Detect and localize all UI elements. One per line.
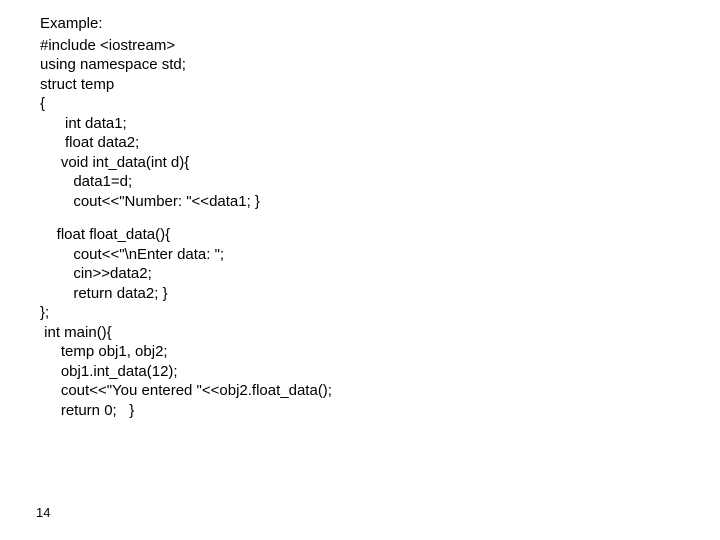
example-heading: Example: <box>40 14 720 34</box>
code-line: cout<<"Number: "<<data1; } <box>40 192 720 212</box>
code-line: int data1; <box>40 114 720 134</box>
code-line: float data2; <box>40 133 720 153</box>
code-line: { <box>40 94 720 114</box>
code-line: float float_data(){ <box>40 225 720 245</box>
code-line: void int_data(int d){ <box>40 153 720 173</box>
code-line: return data2; } <box>40 284 720 304</box>
code-line: obj1.int_data(12); <box>40 362 720 382</box>
document-content: Example: #include <iostream> using names… <box>0 0 720 420</box>
code-line: temp obj1, obj2; <box>40 342 720 362</box>
code-line: struct temp <box>40 75 720 95</box>
code-line: using namespace std; <box>40 55 720 75</box>
code-line: cin>>data2; <box>40 264 720 284</box>
code-line: data1=d; <box>40 172 720 192</box>
code-line: #include <iostream> <box>40 36 720 56</box>
code-line: }; <box>40 303 720 323</box>
code-line: cout<<"\nEnter data: "; <box>40 245 720 265</box>
code-line: cout<<"You entered "<<obj2.float_data(); <box>40 381 720 401</box>
code-line: return 0; } <box>40 401 720 421</box>
code-line: int main(){ <box>40 323 720 343</box>
page-number: 14 <box>36 505 50 522</box>
